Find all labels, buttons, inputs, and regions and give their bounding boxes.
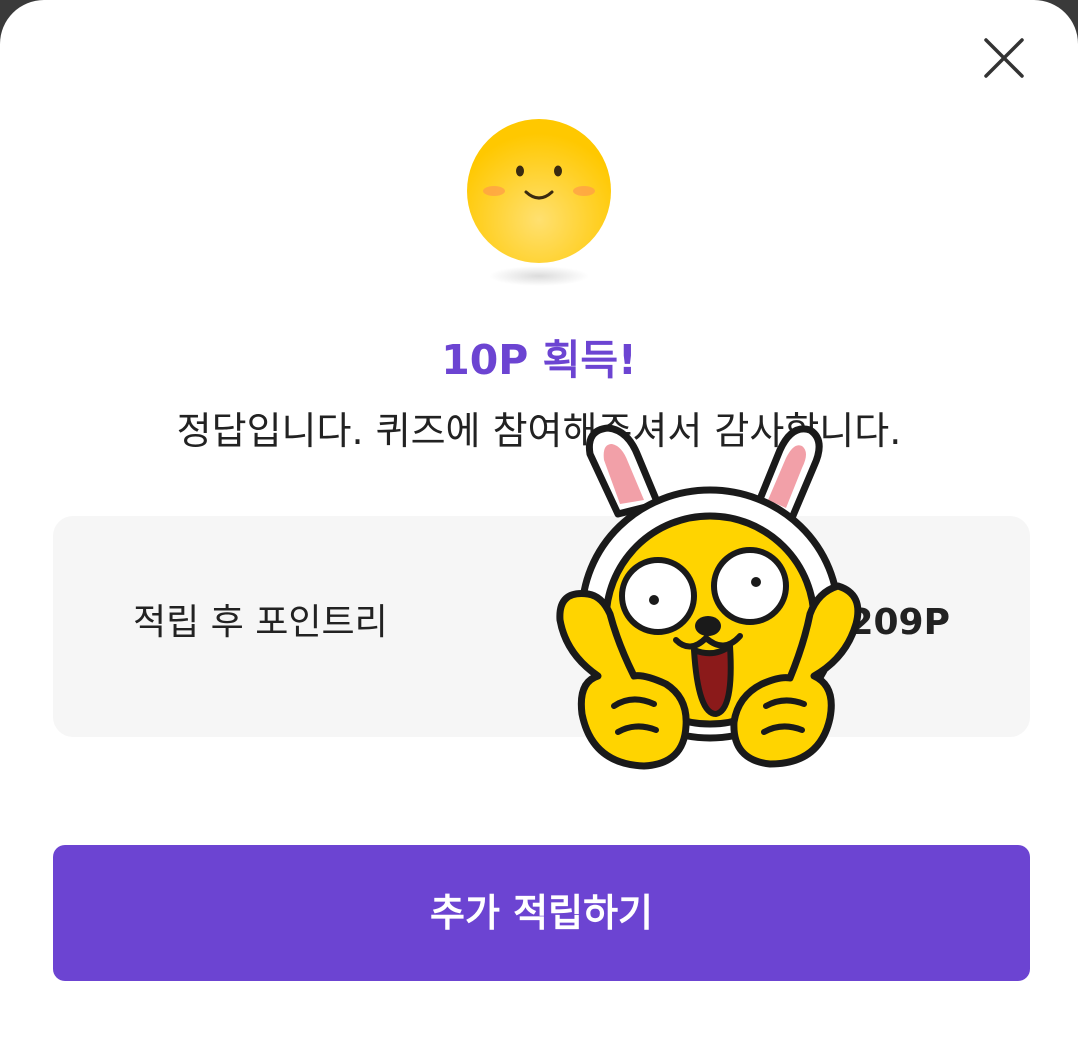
close-button[interactable] xyxy=(978,32,1030,84)
smiley-face-icon xyxy=(462,114,616,294)
reward-message: 정답입니다. 퀴즈에 참여해주셔서 감사합니다. xyxy=(176,409,902,453)
reward-dialog: 10P 획득! 정답입니다. 퀴즈에 참여해주셔서 감사합니다. 적립 후 포인… xyxy=(0,0,1078,1063)
reward-title: 10P 획득! xyxy=(441,336,637,384)
rabbit-character-sticker xyxy=(548,414,868,776)
points-label: 적립 후 포인트리 xyxy=(133,602,388,643)
points-summary-box: 적립 후 포인트리 2,209P xyxy=(53,516,1030,737)
close-icon xyxy=(984,38,1024,78)
earn-more-button[interactable]: 추가 적립하기 xyxy=(53,845,1030,981)
